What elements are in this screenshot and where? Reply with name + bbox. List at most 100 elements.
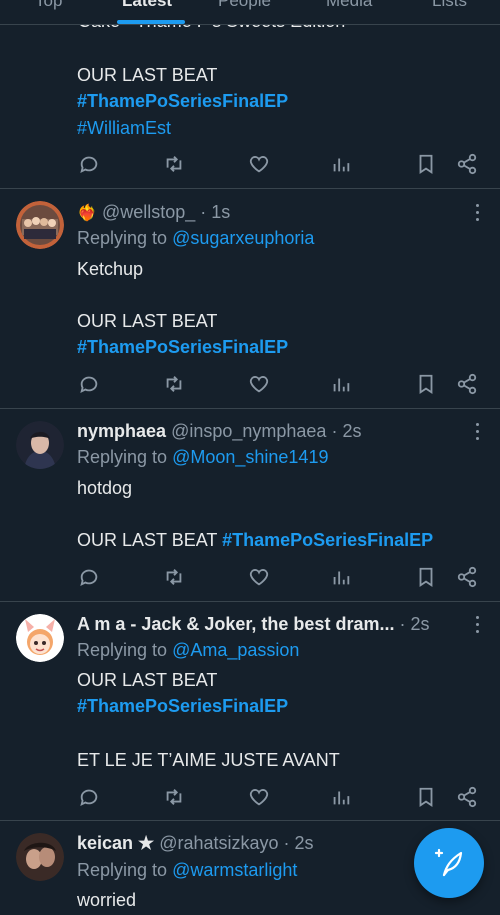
tweet-header: A m a - Jack & Joker, the best dram... ·… (77, 613, 430, 635)
like-button[interactable] (248, 566, 270, 588)
tab-top[interactable]: Top (35, 0, 62, 11)
tweet-header: keican ★ @rahatsizkayo · 2s (77, 832, 314, 854)
display-name[interactable]: keican ★ (77, 833, 154, 853)
reply-button[interactable] (78, 153, 100, 175)
retweet-arrows-icon (166, 789, 182, 805)
speech-bubble-icon (80, 569, 98, 587)
views-button[interactable] (330, 373, 352, 395)
tab-media[interactable]: Media (326, 0, 372, 11)
display-name[interactable]: nymphaea (77, 421, 166, 441)
compose-feather-icon (434, 848, 463, 877)
search-tabs: Top Latest People Media Lists (0, 0, 500, 25)
reply-button[interactable] (78, 786, 100, 808)
bookmark-button[interactable] (415, 153, 437, 175)
reply-button[interactable] (78, 373, 100, 395)
more-dots-icon (476, 616, 479, 619)
hashtag-link[interactable]: #ThamePoSeriesFinalEP (77, 695, 288, 717)
reply-to-handle[interactable]: @warmstarlight (172, 860, 297, 880)
tweet-header: ❤️‍🔥 @wellstop_ · 1s (77, 201, 230, 225)
speech-bubble-icon (80, 789, 98, 807)
bar-chart-icon (333, 378, 350, 392)
like-button[interactable] (248, 786, 270, 808)
speech-bubble-icon (80, 376, 98, 394)
retweet-button[interactable] (163, 153, 185, 175)
avatar[interactable] (16, 201, 64, 249)
share-icon (457, 153, 477, 175)
user-handle[interactable]: @inspo_nymphaea (171, 421, 326, 441)
retweet-arrows-icon (166, 569, 182, 585)
retweet-arrows-icon (166, 156, 182, 172)
user-handle[interactable]: @rahatsizkayo (159, 833, 278, 853)
tab-people[interactable]: People (218, 0, 271, 11)
hashtag-link[interactable]: #ThamePoSeriesFinalEP (222, 530, 433, 550)
tweet-text: OUR LAST BEAT (77, 65, 218, 85)
hashtag-link[interactable]: #WilliamEst (77, 117, 171, 139)
share-button[interactable] (456, 373, 478, 395)
tweet-text: OUR LAST BEAT (77, 670, 218, 690)
avatar[interactable] (16, 614, 64, 662)
bookmark-button[interactable] (415, 786, 437, 808)
bar-chart-icon (333, 791, 350, 805)
bookmark-button[interactable] (415, 373, 437, 395)
more-options-button[interactable] (470, 421, 486, 443)
bookmark-icon (419, 787, 433, 807)
retweet-arrows-icon (166, 376, 182, 392)
replying-to: Replying to @Ama_passion (77, 640, 300, 660)
like-button[interactable] (248, 373, 270, 395)
speech-bubble-icon (80, 156, 98, 174)
retweet-button[interactable] (163, 786, 185, 808)
views-button[interactable] (330, 566, 352, 588)
tweet-text: worried (77, 890, 137, 910)
more-dots-icon (476, 204, 479, 207)
avatar[interactable] (16, 421, 64, 469)
replying-to: Replying to @Moon_shine1419 (77, 447, 329, 467)
tweet-time: · 2s (399, 614, 430, 634)
bookmark-icon (419, 567, 433, 587)
reply-to-handle[interactable]: @Moon_shine1419 (172, 447, 328, 467)
share-button[interactable] (456, 566, 478, 588)
tweet-text: ET LE JE T’AIME JUSTE AVANT (77, 750, 340, 770)
more-options-button[interactable] (470, 202, 486, 224)
tweet-text: Ketchup (77, 259, 144, 279)
tab-latest[interactable]: Latest (122, 0, 172, 11)
replying-to: Replying to @sugarxeuphoria (77, 228, 315, 248)
heart-icon (249, 376, 269, 393)
bar-chart-icon (333, 571, 350, 585)
tweet[interactable]: nymphaea @inspo_nymphaea · 2s Replying t… (0, 409, 500, 602)
share-button[interactable] (456, 786, 478, 808)
display-name[interactable]: A m a - Jack & Joker, the best dram... (77, 614, 394, 634)
active-tab-indicator (117, 20, 185, 24)
bookmark-button[interactable] (415, 566, 437, 588)
heart-icon (249, 156, 269, 173)
tab-lists[interactable]: Lists (432, 0, 467, 11)
share-button[interactable] (456, 153, 478, 175)
avatar[interactable] (16, 833, 64, 881)
retweet-button[interactable] (163, 373, 185, 395)
more-options-button[interactable] (470, 614, 486, 636)
bookmark-icon (419, 374, 433, 394)
share-icon (457, 373, 477, 395)
tweet-text: hotdog (77, 478, 133, 498)
tweet-time: · 2s (331, 421, 362, 441)
hashtag-link[interactable]: #ThamePoSeriesFinalEP (77, 336, 288, 358)
share-icon (457, 566, 477, 588)
user-handle[interactable]: @wellstop_ (102, 202, 195, 222)
compose-button[interactable] (414, 828, 484, 898)
tweet[interactable]: A m a - Jack & Joker, the best dram... ·… (0, 602, 500, 820)
replying-to: Replying to @warmstarlight (77, 860, 298, 880)
views-button[interactable] (330, 786, 352, 808)
tweet[interactable]: ❤️‍🔥 @wellstop_ · 1s Replying to @sugarx… (0, 189, 500, 409)
bar-chart-icon (333, 158, 350, 172)
retweet-button[interactable] (163, 566, 185, 588)
like-button[interactable] (248, 153, 270, 175)
reply-to-handle[interactable]: @sugarxeuphoria (172, 228, 314, 248)
tweet-text: OUR LAST BEAT #ThamePoSeriesFinalEP (77, 530, 434, 550)
views-button[interactable] (330, 153, 352, 175)
hashtag-link[interactable]: #ThamePoSeriesFinalEP (77, 90, 288, 112)
bookmark-icon (419, 154, 433, 174)
heart-icon (249, 569, 269, 586)
tweet-actions (0, 786, 500, 810)
clipped-tweet-text: Cake - Thame P's Sweets Edition (0, 24, 500, 36)
reply-to-handle[interactable]: @Ama_passion (172, 640, 299, 660)
reply-button[interactable] (78, 566, 100, 588)
